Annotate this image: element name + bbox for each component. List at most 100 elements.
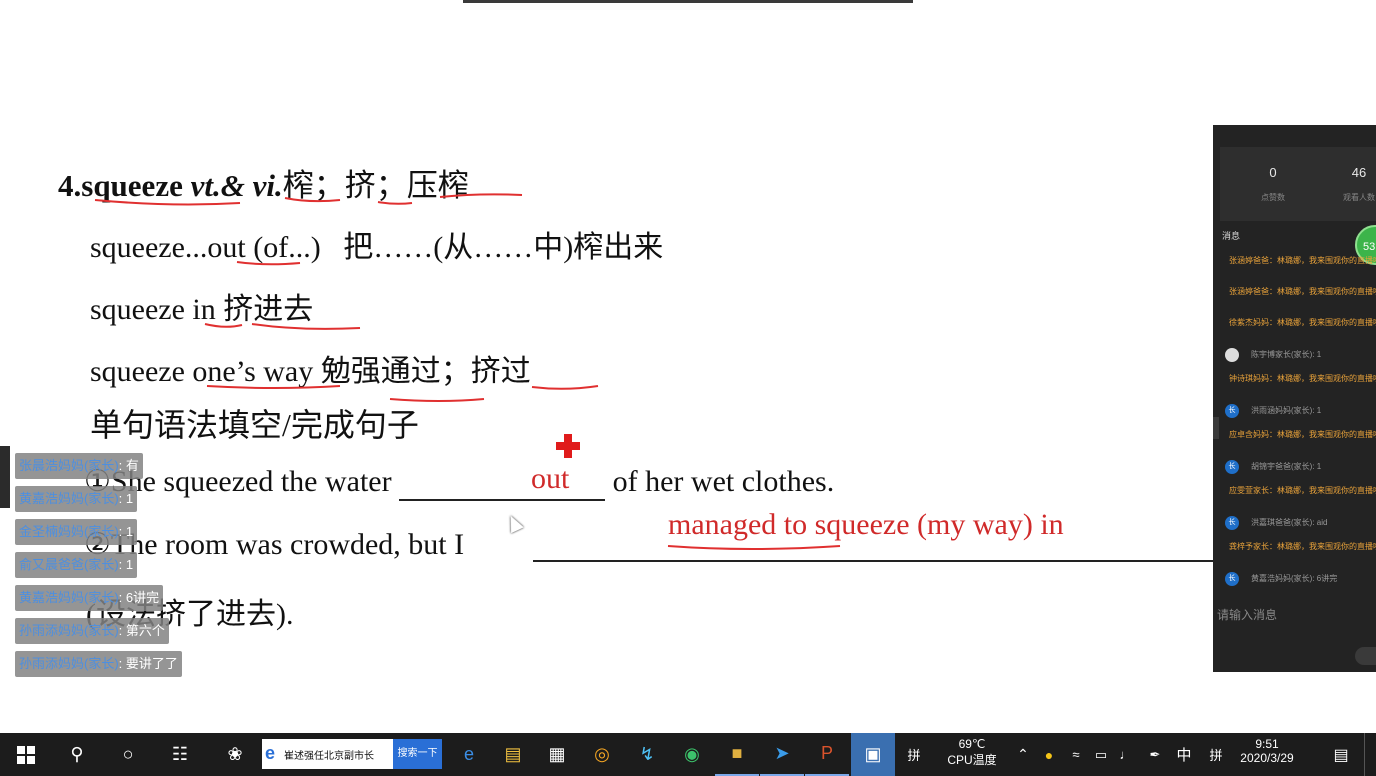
danmaku-toggle[interactable] — [0, 446, 10, 508]
stats-box: 0 点赞数 46 观看人数 — [1220, 147, 1376, 221]
mouse-cursor — [504, 512, 524, 534]
danmaku-name: 黄嘉浩妈妈(家长) — [19, 491, 119, 506]
avatar — [1225, 348, 1239, 362]
danmaku-text: : 第六个 — [118, 623, 165, 638]
viewers-count: 46 — [1351, 165, 1367, 180]
cpu-temp-label: CPU温度 — [947, 753, 997, 767]
archive-app-icon[interactable]: ■ — [715, 733, 759, 776]
avatar: 长 — [1225, 460, 1239, 474]
panel-collapse-toggle[interactable] — [1213, 417, 1219, 439]
phrase-squeeze-out: squeeze...out (of...) 把……(从……中)榨出来 — [90, 231, 664, 264]
windows-logo-icon — [17, 745, 35, 764]
wifi-icon[interactable]: ≈ — [1064, 733, 1088, 776]
clock-time: 9:51 — [1255, 737, 1279, 751]
heading-pos: vt.& vi. — [190, 168, 283, 203]
start-button[interactable] — [4, 733, 48, 776]
heading-meaning: 榨；挤；压榨 — [282, 168, 469, 203]
tray-app-icon[interactable]: ● — [1037, 733, 1061, 776]
user-message-text: 洪嘉琪爸爸(家长): aid — [1251, 518, 1328, 528]
cpu-temp[interactable]: 69℃ CPU温度 — [940, 737, 1004, 768]
ime-mode[interactable]: 中 — [1172, 733, 1196, 776]
user-message: 长 黄嘉浩妈妈(家长): 6讲完 — [1225, 572, 1337, 586]
danmaku-text: : 要讲了了 — [118, 656, 178, 671]
user-message: 长 胡锦宇爸爸(家长): 1 — [1225, 460, 1321, 474]
avatar: 长 — [1225, 404, 1239, 418]
user-message: 长 洪嘉琪爸爸(家长): aid — [1225, 516, 1327, 530]
send-button[interactable] — [1355, 647, 1376, 665]
section-title: 单句语法填空/完成句子 — [90, 407, 419, 443]
system-message: 龚梓予家长：林璐娜，我来围观你的直播啦，为你点赞! — [1229, 542, 1376, 551]
chat-input[interactable]: 请输入消息 — [1217, 606, 1277, 623]
blank-1: ​ — [399, 465, 606, 501]
user-message-text: 陈宇博家长(家长): 1 — [1251, 350, 1322, 360]
ie-logo-icon: e — [265, 743, 276, 763]
show-desktop-button[interactable] — [1364, 733, 1376, 776]
likes-count: 0 — [1269, 165, 1277, 180]
volume-icon[interactable]: ♩ — [1114, 733, 1138, 776]
clock[interactable]: 9:51 2020/3/29 — [1236, 737, 1298, 765]
danmaku-text: : 1 — [118, 524, 134, 539]
answer-2: managed to squeeze (my way) in — [668, 508, 1064, 541]
vocab-heading: 4.squeeze vt.& vi.榨；挤；压榨 — [58, 160, 469, 205]
red-cross-mark — [556, 434, 580, 458]
danmaku-name: 张晨浩妈妈(家长) — [19, 458, 119, 473]
pen-icon[interactable]: ✒ — [1143, 733, 1167, 776]
danmaku-name: 孙雨添妈妈(家长) — [19, 656, 119, 671]
sentence-1-end: of her wet clothes. — [605, 465, 835, 498]
store-icon[interactable]: ▦ — [535, 733, 579, 776]
phrase-squeeze-way: squeeze one’s way 勉强通过；挤过 — [90, 355, 531, 388]
avatar: 长 — [1225, 516, 1239, 530]
search-go-button[interactable]: 搜索一下 — [393, 739, 442, 769]
blank-2 — [533, 560, 1213, 562]
answer-1: out — [531, 462, 570, 495]
system-message: 应雯萱家长：林璐娜，我来围观你的直播啦，为你点赞! — [1229, 486, 1376, 495]
heading-number: 4. — [58, 168, 82, 203]
danmaku-name: 金圣楠妈妈(家长) — [19, 524, 119, 539]
user-message-text: 洪雨涵妈妈(家长): 1 — [1251, 406, 1322, 416]
ime-keyboard-icon[interactable]: 拼 — [1203, 733, 1229, 776]
battery-icon[interactable]: ▭ — [1089, 733, 1113, 776]
danmaku-item: 黄嘉浩妈妈(家长): 1 — [15, 486, 138, 512]
powerpoint-icon[interactable]: P — [805, 733, 849, 776]
user-message-text: 黄嘉浩妈妈(家长): 6讲完 — [1251, 574, 1338, 584]
clock-date: 2020/3/29 — [1240, 751, 1294, 765]
danmaku-item: 金圣楠妈妈(家长): 1 — [15, 519, 138, 545]
browser-search-box[interactable]: e 崔述强任北京副市长 搜索一下 — [262, 739, 442, 769]
browser-360-icon[interactable]: ◎ — [580, 733, 624, 776]
pinwheel-app-icon[interactable]: ❀ — [213, 733, 257, 776]
task-view-icon[interactable]: ☷ — [158, 733, 202, 776]
cortana-icon[interactable]: ○ — [106, 733, 150, 776]
messages-title: 消息 — [1222, 231, 1241, 241]
likes-label: 点赞数 — [1261, 193, 1285, 202]
search-icon[interactable]: ⚲ — [55, 733, 99, 776]
green-browser-icon[interactable]: ◉ — [670, 733, 714, 776]
windows-taskbar: ⚲ ○ ☷ ❀ e 崔述强任北京副市长 搜索一下 e ▤ ▦ ◎ ↯ ◉ ■ ➤… — [0, 733, 1376, 776]
viewers-label: 观看人数 — [1343, 193, 1375, 202]
live-chat-panel: 0 点赞数 46 观看人数 消息 53 张涵婷爸爸：林璐娜，我来围观你的直播啦，… — [1213, 125, 1376, 672]
danmaku-name: 孙雨添妈妈(家长) — [19, 623, 119, 638]
sentence-1: ①She squeezed the water ​ of her wet clo… — [84, 464, 834, 501]
likes-stat: 0 点赞数 — [1238, 165, 1308, 203]
danmaku-text: : 1 — [118, 491, 134, 506]
file-explorer-icon[interactable]: ▤ — [491, 733, 535, 776]
tray-expand-icon[interactable]: ⌃ — [1012, 733, 1034, 776]
danmaku-item: 孙雨添妈妈(家长): 要讲了了 — [15, 651, 182, 677]
danmaku-item: 张晨浩妈妈(家长): 有 — [15, 453, 143, 479]
system-message: 应卓含妈妈：林璐娜，我来围观你的直播啦，为你点赞! — [1229, 430, 1376, 439]
edge-icon[interactable]: e — [447, 733, 491, 776]
user-message: 陈宇博家长(家长): 1 — [1225, 348, 1321, 362]
system-message: 张涵婷爸爸：林璐娜，我来围观你的直播啦，为你点赞! — [1229, 287, 1376, 296]
live-app-icon[interactable]: ▣ — [851, 733, 895, 776]
ime-pinyin-icon[interactable]: 拼 — [892, 733, 936, 776]
user-message-text: 胡锦宇爸爸(家长): 1 — [1251, 462, 1322, 472]
search-text: 崔述强任北京副市长 — [284, 751, 374, 762]
danmaku-text: : 有 — [118, 458, 139, 473]
viewers-stat: 46 观看人数 — [1324, 165, 1376, 203]
slide-canvas: 4.squeeze vt.& vi.榨；挤；压榨 squeeze...out (… — [0, 0, 1376, 730]
lightning-app-icon[interactable]: ↯ — [625, 733, 669, 776]
feather-app-icon[interactable]: ➤ — [760, 733, 804, 776]
danmaku-item: 孙雨添妈妈(家长): 第六个 — [15, 618, 169, 644]
notification-icon[interactable]: ▤ — [1324, 733, 1358, 776]
danmaku-name: 黄嘉浩妈妈(家长) — [19, 590, 119, 605]
danmaku-item: 俞又晨爸爸(家长): 1 — [15, 552, 138, 578]
